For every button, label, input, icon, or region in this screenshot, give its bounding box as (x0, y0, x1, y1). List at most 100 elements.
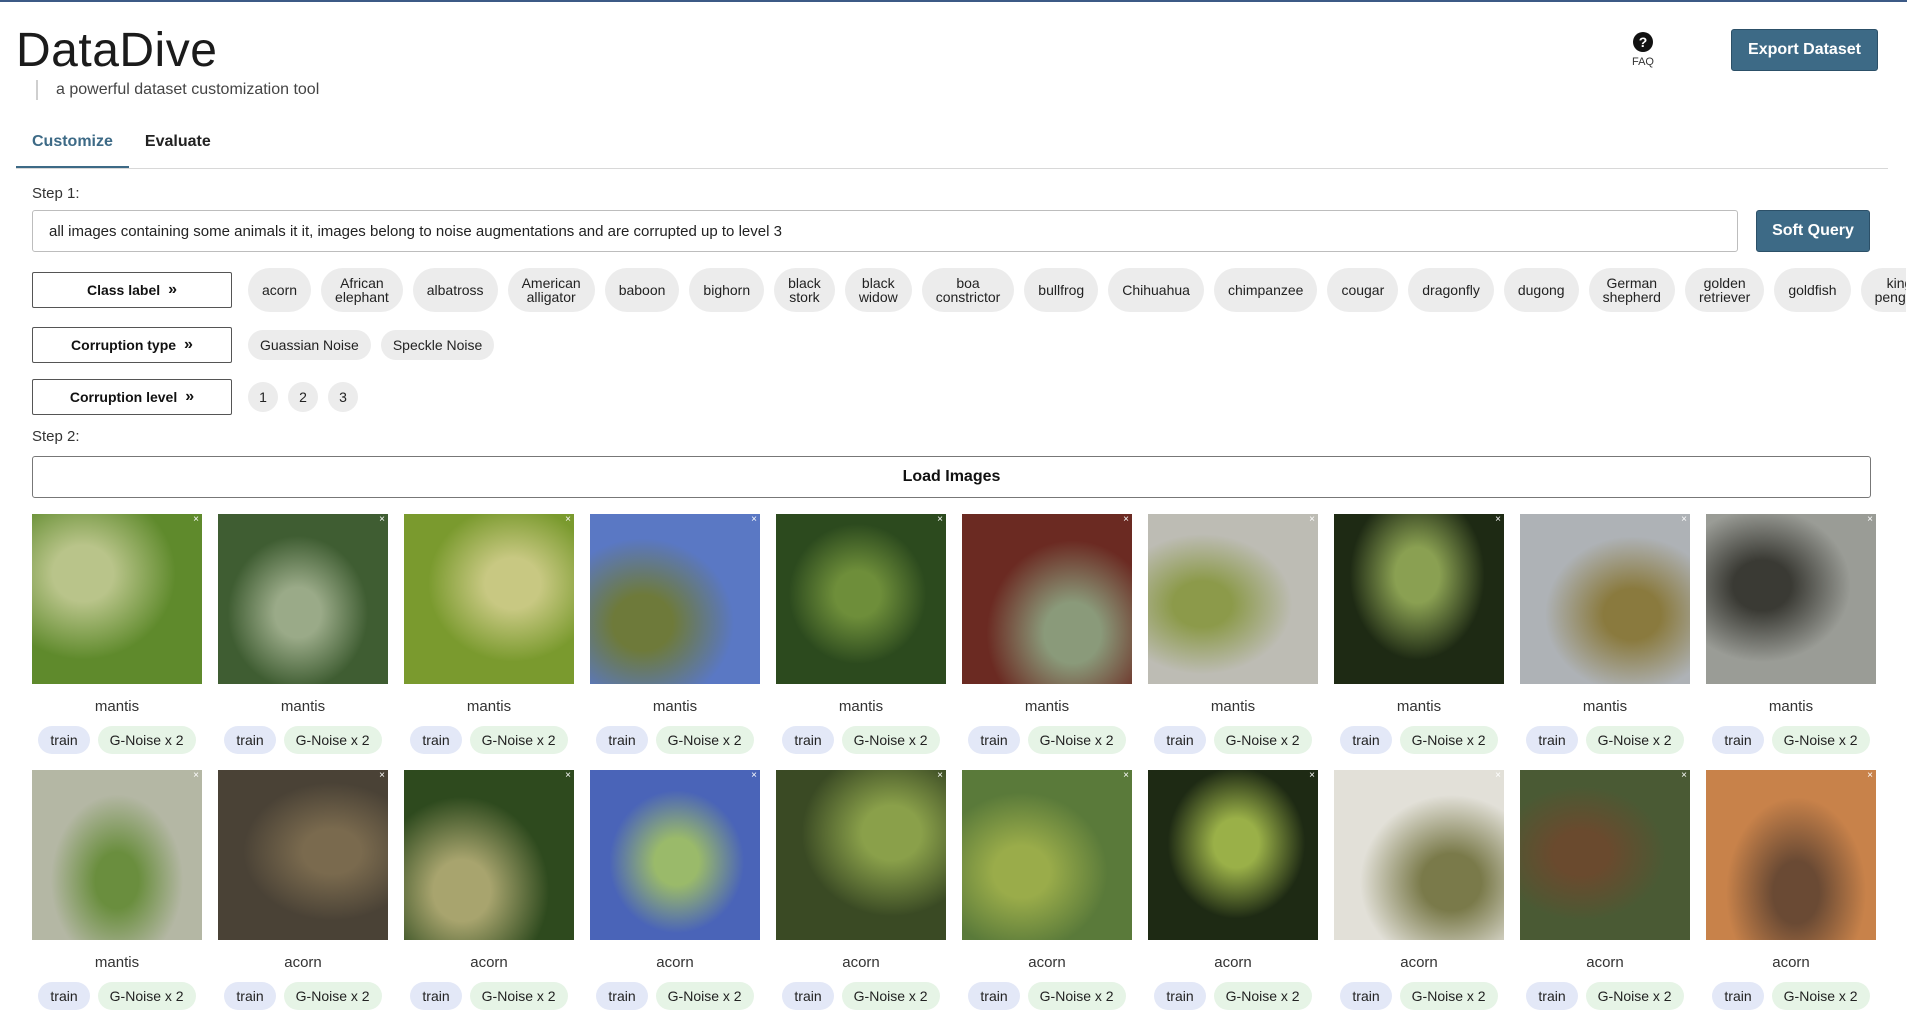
remove-icon[interactable]: × (565, 770, 571, 781)
tab-customize[interactable]: Customize (16, 118, 129, 168)
class-label-chip[interactable]: golden retriever (1684, 268, 1765, 312)
export-dataset-button[interactable]: Export Dataset (1731, 29, 1878, 71)
class-label-chip[interactable]: German shepherd (1588, 268, 1675, 312)
corruption-type-chip[interactable]: Guassian Noise (248, 330, 371, 360)
image-thumbnail[interactable]: × (1520, 514, 1690, 684)
image-thumbnail[interactable]: × (776, 770, 946, 940)
remove-icon[interactable]: × (1309, 770, 1315, 781)
image-card[interactable]: × mantis train G-Noise x 2 (962, 514, 1132, 754)
class-label-chip[interactable]: African elephant (321, 268, 403, 312)
image-card[interactable]: × mantis train G-Noise x 2 (590, 514, 760, 754)
soft-query-button[interactable]: Soft Query (1756, 210, 1870, 252)
image-card[interactable]: × acorn train G-Noise x 2 (1706, 770, 1876, 1010)
remove-icon[interactable]: × (1123, 770, 1129, 781)
image-thumbnail[interactable]: × (1520, 770, 1690, 940)
chevron-double-right-icon: » (184, 336, 193, 353)
image-card[interactable]: × mantis train G-Noise x 2 (1148, 514, 1318, 754)
class-label-chip[interactable]: dragonfly (1408, 268, 1494, 312)
remove-icon[interactable]: × (751, 770, 757, 781)
class-label-chip[interactable]: acorn (248, 268, 312, 312)
corruption-level-chip[interactable]: 3 (328, 382, 358, 412)
corruption-level-chip[interactable]: 2 (288, 382, 318, 412)
remove-icon[interactable]: × (937, 514, 943, 525)
image-thumbnail[interactable]: × (404, 514, 574, 684)
class-label-chip[interactable]: albatross (412, 268, 498, 312)
image-card[interactable]: × acorn train G-Noise x 2 (776, 770, 946, 1010)
class-label-chip[interactable]: chimpanzee (1213, 268, 1318, 312)
load-images-button[interactable]: Load Images (32, 456, 1871, 498)
image-thumbnail[interactable]: × (404, 770, 574, 940)
image-card[interactable]: × acorn train G-Noise x 2 (1148, 770, 1318, 1010)
remove-icon[interactable]: × (751, 514, 757, 525)
image-thumbnail[interactable]: × (1334, 514, 1504, 684)
remove-icon[interactable]: × (1681, 514, 1687, 525)
remove-icon[interactable]: × (1867, 770, 1873, 781)
image-card[interactable]: × mantis train G-Noise x 2 (776, 514, 946, 754)
query-input[interactable]: all images containing some animals it it… (32, 210, 1738, 252)
image-thumbnail[interactable]: × (590, 770, 760, 940)
image-thumbnail[interactable]: × (32, 514, 202, 684)
corruption-level-chip[interactable]: 1 (248, 382, 278, 412)
class-label-chip[interactable]: black stork (774, 268, 835, 312)
remove-icon[interactable]: × (937, 770, 943, 781)
corruption-type-chip[interactable]: Speckle Noise (380, 330, 495, 360)
class-label-chip[interactable]: black widow (844, 268, 912, 312)
image-thumbnail[interactable]: × (962, 770, 1132, 940)
class-label-chip[interactable]: goldfish (1774, 268, 1851, 312)
class-label-chip[interactable]: baboon (604, 268, 680, 312)
image-class-label: mantis (1210, 698, 1256, 715)
split-badge: train (596, 726, 648, 754)
class-label-chip[interactable]: bighorn (689, 268, 765, 312)
image-card[interactable]: × mantis train G-Noise x 2 (1520, 514, 1690, 754)
image-card[interactable]: × acorn train G-Noise x 2 (404, 770, 574, 1010)
image-card[interactable]: × mantis train G-Noise x 2 (32, 770, 202, 1010)
image-card[interactable]: × acorn train G-Noise x 2 (1520, 770, 1690, 1010)
image-thumbnail[interactable]: × (1706, 770, 1876, 940)
image-thumbnail[interactable]: × (1706, 514, 1876, 684)
class-label-button[interactable]: Class label » (32, 272, 232, 308)
image-card[interactable]: × mantis train G-Noise x 2 (1334, 514, 1504, 754)
image-card[interactable]: × mantis train G-Noise x 2 (32, 514, 202, 754)
image-card[interactable]: × acorn train G-Noise x 2 (218, 770, 388, 1010)
augmentation-badge: G-Noise x 2 (1213, 982, 1312, 1010)
augmentation-badge: G-Noise x 2 (841, 726, 940, 754)
image-card[interactable]: × mantis train G-Noise x 2 (1706, 514, 1876, 754)
image-card[interactable]: × acorn train G-Noise x 2 (962, 770, 1132, 1010)
remove-icon[interactable]: × (1495, 770, 1501, 781)
class-label-chip[interactable]: bullfrog (1024, 268, 1099, 312)
class-label-chip[interactable]: cougar (1327, 268, 1399, 312)
image-thumbnail[interactable]: × (32, 770, 202, 940)
class-label-chip[interactable]: American alligator (507, 268, 595, 312)
image-card[interactable]: × mantis train G-Noise x 2 (404, 514, 574, 754)
remove-icon[interactable]: × (193, 514, 199, 525)
corruption-level-button[interactable]: Corruption level » (32, 379, 232, 415)
image-card[interactable]: × acorn train G-Noise x 2 (590, 770, 760, 1010)
remove-icon[interactable]: × (1123, 514, 1129, 525)
image-thumbnail[interactable]: × (962, 514, 1132, 684)
remove-icon[interactable]: × (1309, 514, 1315, 525)
remove-icon[interactable]: × (379, 770, 385, 781)
remove-icon[interactable]: × (1681, 770, 1687, 781)
tab-evaluate[interactable]: Evaluate (129, 118, 227, 168)
image-thumbnail[interactable]: × (590, 514, 760, 684)
image-thumbnail[interactable]: × (776, 514, 946, 684)
image-thumbnail[interactable]: × (218, 514, 388, 684)
remove-icon[interactable]: × (193, 770, 199, 781)
image-card[interactable]: × mantis train G-Noise x 2 (218, 514, 388, 754)
remove-icon[interactable]: × (565, 514, 571, 525)
corruption-type-button[interactable]: Corruption type » (32, 327, 232, 363)
faq-link[interactable]: ? FAQ (1626, 32, 1660, 68)
corruption-level-chips: 123 (248, 382, 358, 412)
class-label-chip[interactable]: dugong (1503, 268, 1579, 312)
image-card[interactable]: × acorn train G-Noise x 2 (1334, 770, 1504, 1010)
remove-icon[interactable]: × (1495, 514, 1501, 525)
image-thumbnail[interactable]: × (218, 770, 388, 940)
image-thumbnail[interactable]: × (1148, 770, 1318, 940)
image-thumbnail[interactable]: × (1334, 770, 1504, 940)
class-label-chip[interactable]: boa constrictor (921, 268, 1015, 312)
image-thumbnail[interactable]: × (1148, 514, 1318, 684)
remove-icon[interactable]: × (1867, 514, 1873, 525)
class-label-chip[interactable]: kingpenguin (1860, 268, 1906, 312)
remove-icon[interactable]: × (379, 514, 385, 525)
class-label-chip[interactable]: Chihuahua (1108, 268, 1204, 312)
